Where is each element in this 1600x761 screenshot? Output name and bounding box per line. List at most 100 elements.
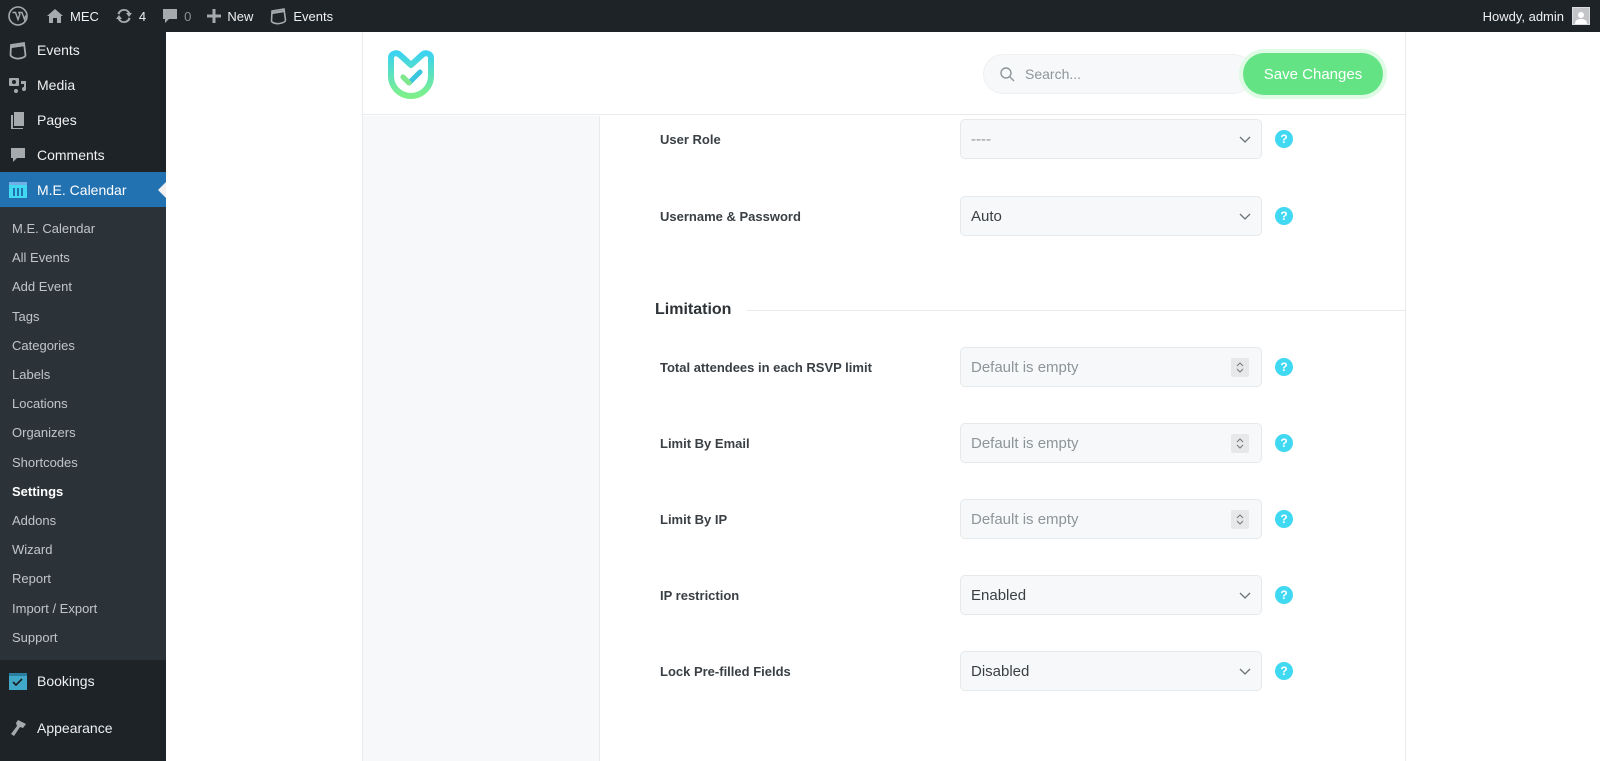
search-icon <box>1000 66 1015 81</box>
my-account-link[interactable]: Howdy, admin <box>1483 7 1600 25</box>
me-calendar-submenu: M.E. Calendar All Events Add Event Tags … <box>0 207 166 660</box>
appearance-icon <box>8 718 28 738</box>
chevron-down-icon <box>1239 136 1251 143</box>
submenu-item-wizard[interactable]: Wizard <box>0 535 166 564</box>
mec-logo <box>383 46 439 102</box>
limit-by-email-label: Limit By Email <box>660 435 750 451</box>
user-role-select[interactable]: ---- <box>960 119 1262 159</box>
events-link[interactable]: Events <box>261 0 341 32</box>
panel-header: Save Changes <box>363 32 1405 115</box>
search-input[interactable] <box>1025 66 1235 82</box>
comments-icon <box>8 145 28 165</box>
settings-form: User Role ---- ? Username & Password Aut… <box>600 116 1406 761</box>
submenu-item-categories[interactable]: Categories <box>0 331 166 360</box>
lock-prefilled-value: Disabled <box>971 662 1030 680</box>
chevron-down-icon <box>1239 668 1251 675</box>
limit-by-ip-placeholder: Default is empty <box>971 510 1079 528</box>
events-calendar-icon <box>271 8 287 25</box>
lock-prefilled-row: Lock Pre-filled Fields Disabled ? <box>660 651 1340 691</box>
submenu-item-tags[interactable]: Tags <box>0 302 166 331</box>
ip-restriction-row: IP restriction Enabled ? <box>660 575 1340 615</box>
submenu-item-add-event[interactable]: Add Event <box>0 272 166 301</box>
submenu-item-report[interactable]: Report <box>0 564 166 593</box>
ip-restriction-label: IP restriction <box>660 587 740 603</box>
sidebar-item-label: Events <box>37 41 80 58</box>
submenu-item-locations[interactable]: Locations <box>0 389 166 418</box>
limitation-section-title: Limitation <box>655 301 732 318</box>
comments-count: 0 <box>184 8 192 24</box>
submenu-item-support[interactable]: Support <box>0 623 166 652</box>
limitation-section-header: Limitation <box>655 301 1405 319</box>
sidebar-item-label: Media <box>37 76 76 93</box>
lock-prefilled-label: Lock Pre-filled Fields <box>660 663 791 679</box>
submenu-item-me-calendar[interactable]: M.E. Calendar <box>0 214 166 243</box>
ip-restriction-value: Enabled <box>971 586 1027 604</box>
sidebar-item-label: Appearance <box>37 720 113 737</box>
help-icon[interactable]: ? <box>1275 510 1293 528</box>
submenu-item-all-events[interactable]: All Events <box>0 243 166 272</box>
new-label: New <box>227 8 254 24</box>
help-icon[interactable]: ? <box>1275 130 1293 148</box>
ip-restriction-select[interactable]: Enabled <box>960 575 1262 615</box>
username-password-row: Username & Password Auto ? <box>660 196 1340 236</box>
chevron-down-icon <box>1239 592 1251 599</box>
number-spinner[interactable] <box>1231 434 1249 453</box>
sidebar-item-comments[interactable]: Comments <box>0 137 166 172</box>
limit-by-ip-label: Limit By IP <box>660 511 728 527</box>
sidebar-item-me-calendar[interactable]: M.E. Calendar <box>0 172 166 207</box>
limit-by-ip-input[interactable]: Default is empty <box>960 499 1262 539</box>
limit-by-email-placeholder: Default is empty <box>971 434 1079 452</box>
limit-by-email-row: Limit By Email Default is empty ? <box>660 423 1340 463</box>
username-password-value: Auto <box>971 207 1002 225</box>
number-spinner[interactable] <box>1231 510 1249 529</box>
lock-prefilled-select[interactable]: Disabled <box>960 651 1262 691</box>
updates-link[interactable]: 4 <box>107 0 154 32</box>
number-spinner[interactable] <box>1231 358 1249 377</box>
spinner-arrows-icon <box>1236 438 1244 449</box>
user-role-value: ---- <box>971 130 991 148</box>
spinner-arrows-icon <box>1236 362 1244 373</box>
help-icon[interactable]: ? <box>1275 434 1293 452</box>
sidebar-item-label: M.E. Calendar <box>37 181 127 198</box>
help-icon[interactable]: ? <box>1275 358 1293 376</box>
username-password-label: Username & Password <box>660 208 801 224</box>
comments-link[interactable]: 0 <box>154 0 199 32</box>
total-attendees-row: Total attendees in each RSVP limit Defau… <box>660 347 1340 387</box>
submenu-item-addons[interactable]: Addons <box>0 506 166 535</box>
wordpress-logo-button[interactable] <box>0 0 38 32</box>
submenu-item-labels[interactable]: Labels <box>0 360 166 389</box>
sidebar-item-bookings[interactable]: Bookings <box>0 664 166 699</box>
sidebar-item-appearance[interactable]: Appearance <box>0 711 166 746</box>
mec-logo-icon <box>388 50 434 99</box>
content-area: Save Changes User Role ---- ? Username &… <box>166 32 1600 761</box>
sidebar-item-media[interactable]: Media <box>0 67 166 102</box>
limit-by-ip-row: Limit By IP Default is empty ? <box>660 499 1340 539</box>
help-icon[interactable]: ? <box>1275 586 1293 604</box>
sidebar-item-events[interactable]: Events <box>0 32 166 67</box>
username-password-select[interactable]: Auto <box>960 196 1262 236</box>
submenu-item-settings[interactable]: Settings <box>0 477 166 506</box>
events-calendar-icon <box>8 40 28 60</box>
me-calendar-icon <box>8 180 28 200</box>
total-attendees-label: Total attendees in each RSVP limit <box>660 359 872 375</box>
admin-bar: MEC 4 0 New Events Howdy, admin <box>0 0 1600 32</box>
user-role-label: User Role <box>660 131 721 147</box>
submenu-item-import-export[interactable]: Import / Export <box>0 593 166 622</box>
total-attendees-input[interactable]: Default is empty <box>960 347 1262 387</box>
help-icon[interactable]: ? <box>1275 207 1293 225</box>
new-content-link[interactable]: New <box>199 0 261 32</box>
site-name-link[interactable]: MEC <box>38 0 107 32</box>
save-changes-button[interactable]: Save Changes <box>1243 53 1383 95</box>
section-divider <box>747 309 1405 311</box>
submenu-item-shortcodes[interactable]: Shortcodes <box>0 448 166 477</box>
events-label: Events <box>293 8 334 24</box>
home-icon <box>47 9 63 23</box>
sidebar-item-pages[interactable]: Pages <box>0 102 166 137</box>
comment-bubble-icon <box>163 9 178 23</box>
sidebar-item-label: Pages <box>37 111 77 128</box>
submenu-item-organizers[interactable]: Organizers <box>0 418 166 447</box>
help-icon[interactable]: ? <box>1275 662 1293 680</box>
sidebar-item-label: Comments <box>37 146 105 163</box>
limit-by-email-input[interactable]: Default is empty <box>960 423 1262 463</box>
search-box[interactable] <box>983 54 1253 94</box>
